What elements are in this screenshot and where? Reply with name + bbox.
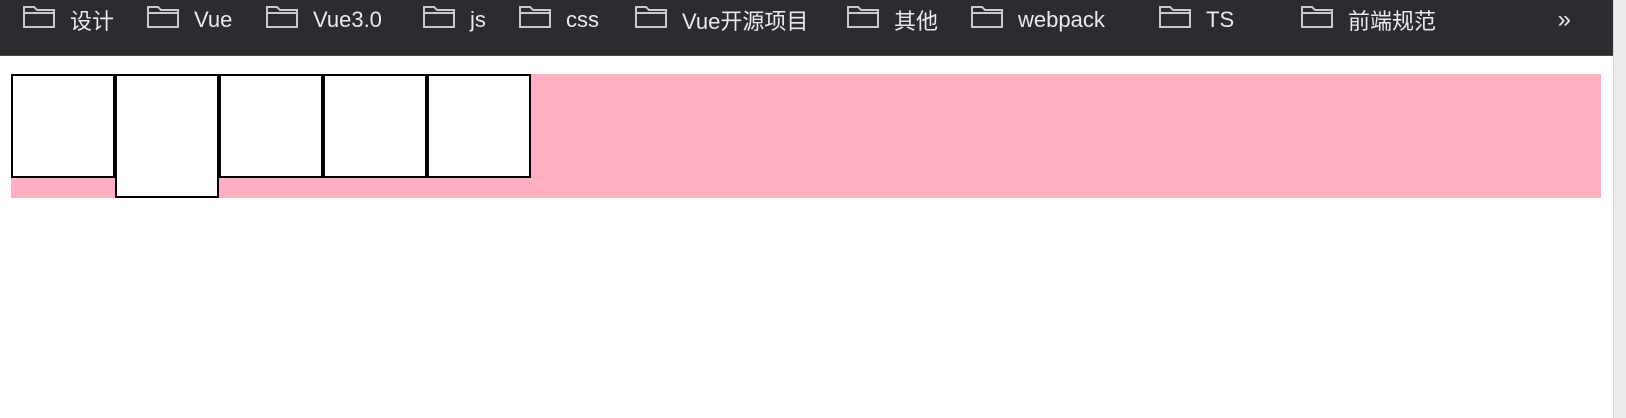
bookmarks-overflow-button[interactable]: » bbox=[1558, 0, 1571, 40]
bookmark-label: Vue开源项目 bbox=[682, 9, 809, 34]
box-5 bbox=[427, 74, 531, 178]
bookmarks-bar: 设计 Vue Vue3.0 js css Vue开源项目 其他 webpack … bbox=[0, 0, 1626, 56]
folder-icon bbox=[265, 4, 313, 36]
scrollbar[interactable] bbox=[1613, 0, 1626, 418]
bookmark-label: TS bbox=[1206, 7, 1235, 32]
bookmark-label: css bbox=[566, 7, 599, 32]
folder-icon bbox=[22, 4, 70, 36]
folder-icon bbox=[634, 4, 682, 36]
bookmark-folder-frontend-standards[interactable]: 前端规范 bbox=[1300, 0, 1436, 40]
bookmark-label: webpack bbox=[1018, 7, 1105, 32]
bookmark-folder-vue-open-source[interactable]: Vue开源项目 bbox=[634, 0, 808, 40]
bookmark-folder-vue3[interactable]: Vue3.0 bbox=[265, 0, 382, 40]
box-2 bbox=[115, 74, 219, 198]
folder-icon bbox=[1300, 4, 1348, 36]
folder-icon bbox=[146, 4, 194, 36]
folder-icon bbox=[422, 4, 470, 36]
bookmark-folder-design[interactable]: 设计 bbox=[22, 0, 114, 40]
box-4 bbox=[323, 74, 427, 178]
flex-container bbox=[11, 74, 1601, 198]
bookmark-folder-other[interactable]: 其他 bbox=[846, 0, 938, 40]
folder-icon bbox=[846, 4, 894, 36]
bookmark-label: js bbox=[470, 7, 486, 32]
bookmark-folder-ts[interactable]: TS bbox=[1158, 0, 1234, 40]
bookmark-label: Vue bbox=[194, 7, 233, 32]
bookmark-folder-vue[interactable]: Vue bbox=[146, 0, 232, 40]
box-1 bbox=[11, 74, 115, 178]
box-3 bbox=[219, 74, 323, 178]
bookmark-label: Vue3.0 bbox=[313, 7, 382, 32]
folder-icon bbox=[970, 4, 1018, 36]
bookmark-folder-webpack[interactable]: webpack bbox=[970, 0, 1105, 40]
folder-icon bbox=[518, 4, 566, 36]
bookmark-label: 其他 bbox=[894, 9, 939, 34]
bookmark-label: 前端规范 bbox=[1348, 9, 1437, 34]
bookmark-folder-css[interactable]: css bbox=[518, 0, 599, 40]
folder-icon bbox=[1158, 4, 1206, 36]
bookmark-label: 设计 bbox=[70, 9, 115, 34]
bookmark-folder-js[interactable]: js bbox=[422, 0, 486, 40]
